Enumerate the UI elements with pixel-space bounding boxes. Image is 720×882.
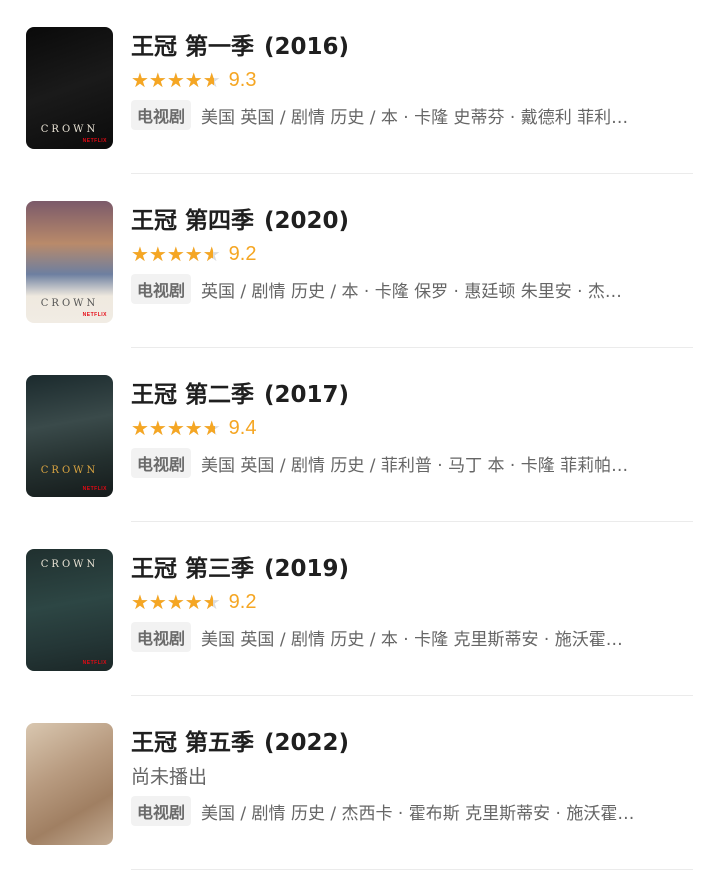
poster-title-text: CROWN bbox=[40, 559, 99, 570]
poster-image[interactable]: CROWN NETFLIX bbox=[26, 27, 113, 149]
type-tag: 电视剧 bbox=[131, 100, 192, 130]
rating-score: 9.2 bbox=[228, 590, 257, 613]
rating-row: ★★★★★ ★★★★★ 9.2 bbox=[131, 242, 256, 266]
rating-row: ★★★★★ ★★★★★ 9.2 bbox=[131, 590, 256, 614]
type-tag: 电视剧 bbox=[131, 448, 192, 478]
rating-stars-icon: ★★★★★ ★★★★★ bbox=[131, 590, 221, 614]
list-item[interactable]: CROWN NETFLIX 王冠 第四季 (2020) ★★★★★ ★★★★★ 9.… bbox=[0, 174, 720, 348]
type-tag: 电视剧 bbox=[131, 622, 192, 652]
meta-row: 电视剧 美国 英国 / 剧情 历史 / 菲利普 · 马丁 本 · 卡隆 菲莉帕… bbox=[131, 448, 693, 478]
item-description: 美国 / 剧情 历史 / 杰西卡 · 霍布斯 克里斯蒂安 · 施沃霍… bbox=[201, 803, 635, 824]
meta-row: 电视剧 美国 英国 / 剧情 历史 / 本 · 卡隆 克里斯蒂安 · 施沃霍… bbox=[131, 622, 693, 652]
rating-row: ★★★★★ ★★★★★ 9.4 bbox=[131, 416, 256, 440]
item-description: 美国 英国 / 剧情 历史 / 本 · 卡隆 史蒂芬 · 戴德利 菲利… bbox=[201, 107, 629, 128]
item-description: 美国 英国 / 剧情 历史 / 菲利普 · 马丁 本 · 卡隆 菲莉帕… bbox=[201, 455, 629, 476]
title-text: 王冠 第三季 bbox=[131, 556, 255, 582]
list-item[interactable]: CROWN NETFLIX 王冠 第三季 (2019) ★★★★★ ★★★★★ 9.… bbox=[0, 522, 720, 696]
poster-image[interactable]: CROWN NETFLIX bbox=[26, 549, 113, 671]
list-item[interactable]: CROWN NETFLIX 王冠 第一季 (2016) ★★★★★ ★★★★★ 9.… bbox=[0, 0, 720, 174]
poster-image[interactable]: CROWN NETFLIX bbox=[26, 201, 113, 323]
meta-row: 电视剧 英国 / 剧情 历史 / 本 · 卡隆 保罗 · 惠廷顿 朱里安 · 杰… bbox=[131, 274, 693, 304]
year-text: (2022) bbox=[264, 730, 350, 756]
rating-stars-icon: ★★★★★ ★★★★★ bbox=[131, 416, 221, 440]
rating-row: ★★★★★ ★★★★★ 9.3 bbox=[131, 68, 256, 92]
release-status: 尚未播出 bbox=[131, 766, 208, 788]
item-title[interactable]: 王冠 第三季 (2019) bbox=[131, 549, 349, 583]
rating-score: 9.3 bbox=[228, 68, 257, 91]
title-text: 王冠 第二季 bbox=[131, 382, 255, 408]
item-description: 英国 / 剧情 历史 / 本 · 卡隆 保罗 · 惠廷顿 朱里安 · 杰… bbox=[201, 281, 622, 302]
netflix-logo: NETFLIX bbox=[82, 138, 107, 144]
item-title[interactable]: 王冠 第四季 (2020) bbox=[131, 201, 349, 235]
rating-stars-icon: ★★★★★ ★★★★★ bbox=[131, 242, 221, 266]
meta-row: 电视剧 美国 / 剧情 历史 / 杰西卡 · 霍布斯 克里斯蒂安 · 施沃霍… bbox=[131, 796, 693, 826]
meta-row: 电视剧 美国 英国 / 剧情 历史 / 本 · 卡隆 史蒂芬 · 戴德利 菲利… bbox=[131, 100, 693, 130]
title-text: 王冠 第四季 bbox=[131, 208, 255, 234]
poster-title-text: CROWN bbox=[40, 298, 99, 309]
year-text: (2020) bbox=[264, 208, 350, 234]
divider bbox=[131, 869, 693, 870]
rating-score: 9.4 bbox=[228, 416, 257, 439]
item-title[interactable]: 王冠 第五季 (2022) bbox=[131, 723, 349, 757]
poster-image[interactable] bbox=[26, 723, 113, 845]
item-title[interactable]: 王冠 第一季 (2016) bbox=[131, 27, 349, 61]
poster-title-text: CROWN bbox=[40, 465, 99, 476]
rating-stars-icon: ★★★★★ ★★★★★ bbox=[131, 68, 221, 92]
netflix-logo: NETFLIX bbox=[82, 486, 107, 492]
netflix-logo: NETFLIX bbox=[82, 312, 107, 318]
list-item[interactable]: CROWN NETFLIX 王冠 第二季 (2017) ★★★★★ ★★★★★ 9.… bbox=[0, 348, 720, 522]
title-text: 王冠 第五季 bbox=[131, 730, 255, 756]
poster-image[interactable]: CROWN NETFLIX bbox=[26, 375, 113, 497]
year-text: (2017) bbox=[264, 382, 350, 408]
title-text: 王冠 第一季 bbox=[131, 34, 255, 60]
rating-score: 9.2 bbox=[228, 242, 257, 265]
poster-title-text: CROWN bbox=[40, 124, 99, 135]
list-item[interactable]: 王冠 第五季 (2022) 尚未播出 电视剧 美国 / 剧情 历史 / 杰西卡 ·… bbox=[0, 696, 720, 870]
year-text: (2019) bbox=[264, 556, 350, 582]
netflix-logo: NETFLIX bbox=[82, 660, 107, 666]
item-title[interactable]: 王冠 第二季 (2017) bbox=[131, 375, 349, 409]
year-text: (2016) bbox=[264, 34, 350, 60]
type-tag: 电视剧 bbox=[131, 796, 192, 826]
type-tag: 电视剧 bbox=[131, 274, 192, 304]
item-description: 美国 英国 / 剧情 历史 / 本 · 卡隆 克里斯蒂安 · 施沃霍… bbox=[201, 629, 623, 650]
search-results-list: CROWN NETFLIX 王冠 第一季 (2016) ★★★★★ ★★★★★ 9.… bbox=[0, 0, 720, 882]
